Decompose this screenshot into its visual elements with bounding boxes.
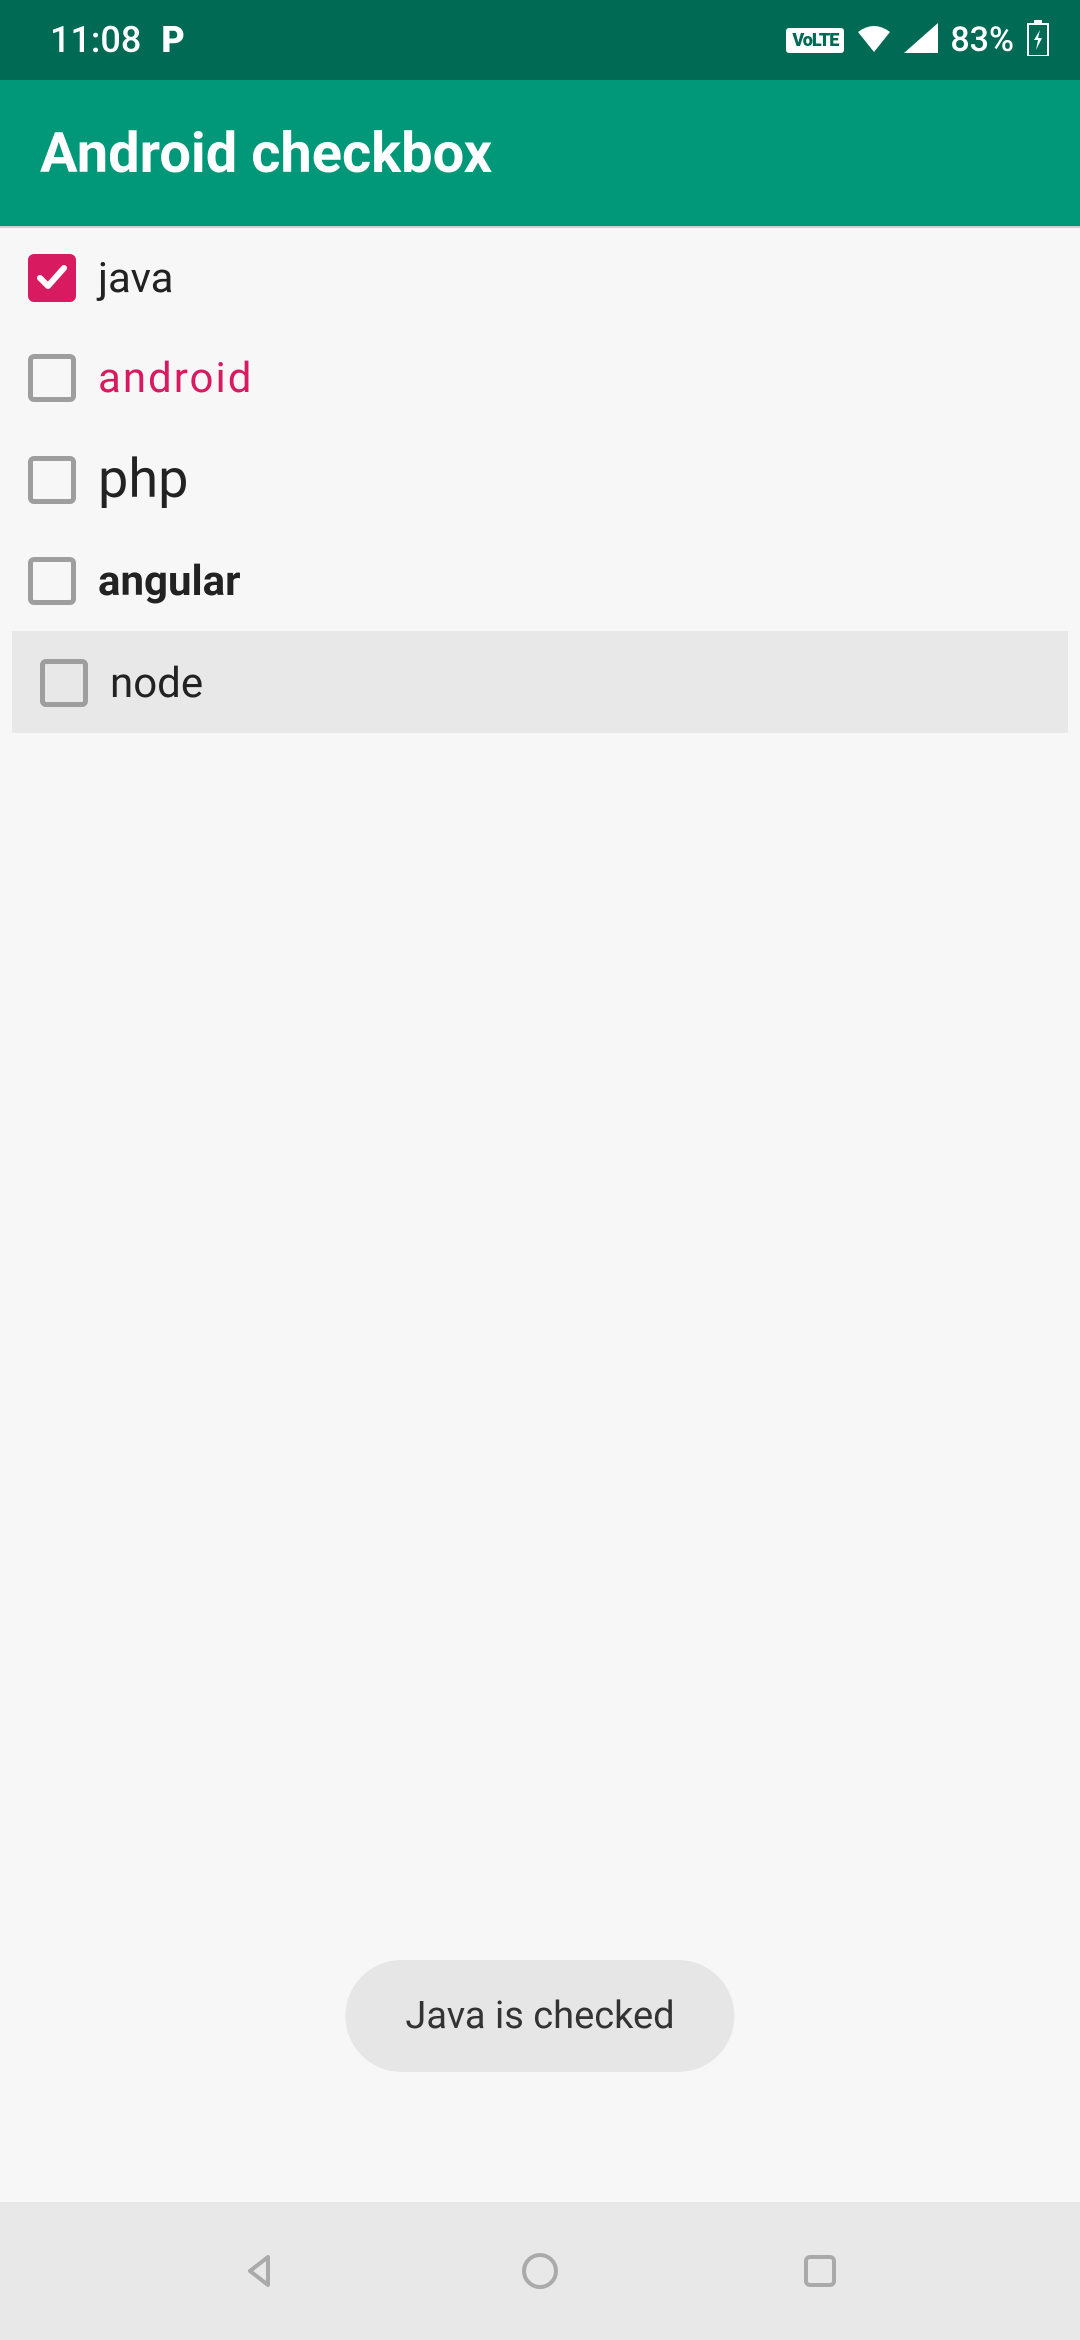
checkbox-label-java: java [98,254,173,303]
checkbox-angular[interactable] [28,557,76,605]
nav-back-button[interactable] [238,2249,282,2293]
checkbox-row-android[interactable]: android [0,328,1080,428]
p-icon: P [161,19,184,61]
checkbox-row-node[interactable]: node [12,633,1068,733]
checkbox-label-node: node [110,659,203,708]
checkbox-php[interactable] [28,456,76,504]
wifi-icon [856,24,892,56]
app-bar: Android checkbox [0,80,1080,228]
checkbox-java[interactable] [28,254,76,302]
checkbox-label-android: android [98,354,253,403]
checkbox-label-angular: angular [98,557,241,606]
nav-home-button[interactable] [518,2249,562,2293]
nav-recent-button[interactable] [798,2249,842,2293]
status-bar-right: VoLTE 83% [786,20,1050,60]
checkbox-list: java android php angular node [0,228,1080,733]
status-time: 11:08 [50,19,141,61]
checkbox-row-php[interactable]: php [0,428,1080,531]
toast-message: Java is checked [345,1960,734,2072]
volte-icon: VoLTE [786,28,844,53]
checkbox-row-java[interactable]: java [0,228,1080,328]
checkbox-android[interactable] [28,354,76,402]
battery-icon [1026,20,1050,60]
status-bar: 11:08 P VoLTE 83% [0,0,1080,80]
checkbox-row-angular[interactable]: angular [0,531,1080,631]
checkbox-node[interactable] [40,659,88,707]
signal-icon [904,23,938,57]
page-title: Android checkbox [40,120,492,186]
checkbox-label-php: php [98,448,188,511]
battery-percent: 83% [950,20,1014,60]
navigation-bar [0,2202,1080,2340]
status-bar-left: 11:08 P [50,19,185,61]
